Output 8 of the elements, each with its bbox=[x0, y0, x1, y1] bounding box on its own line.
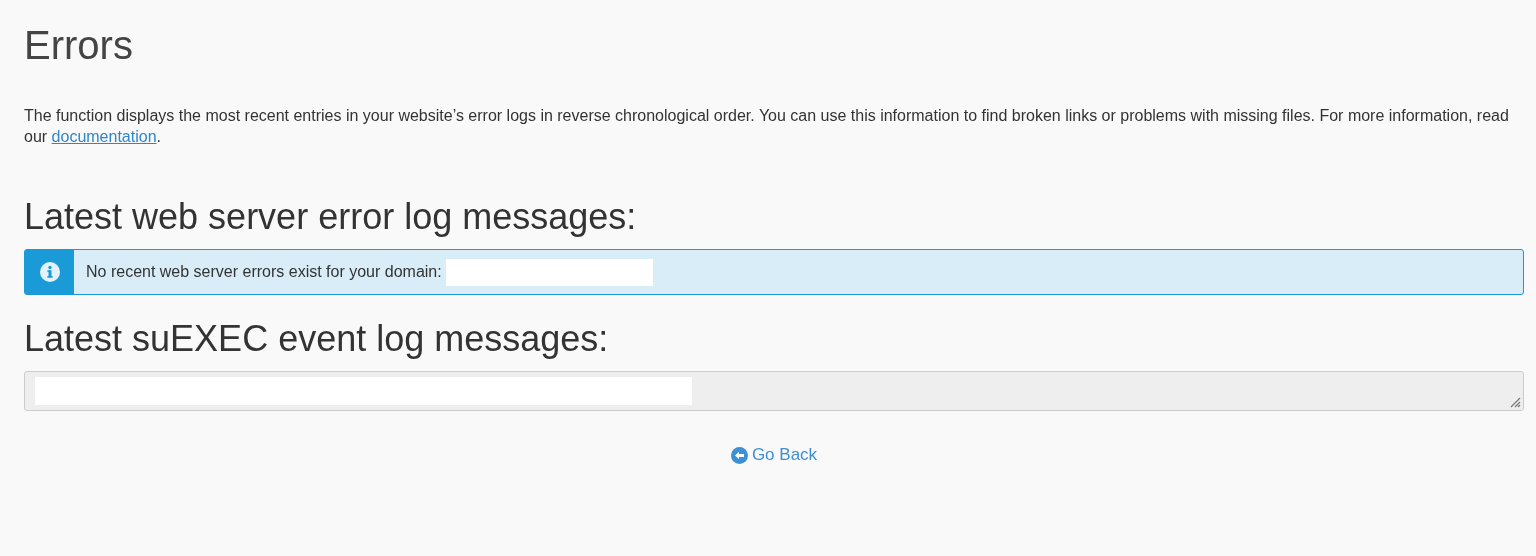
section-heading: Latest web server error log messages: bbox=[24, 195, 638, 239]
page-title: Errors bbox=[24, 22, 134, 69]
documentation-link[interactable]: documentation bbox=[51, 128, 157, 145]
go-back-link[interactable]: Go Back bbox=[730, 445, 818, 465]
alert-message: No recent web server errors exist for your domain: bbox=[86, 263, 442, 281]
description-text: The function displays the most recent entries in your website’s error logs in reverse chronological order. You can use this information to find broken links or problems with missing files. For more information, read our documentation. bbox=[24, 106, 1510, 147]
section-heading: Latest suEXEC event log messages: bbox=[24, 317, 610, 361]
info-icon bbox=[38, 261, 61, 283]
